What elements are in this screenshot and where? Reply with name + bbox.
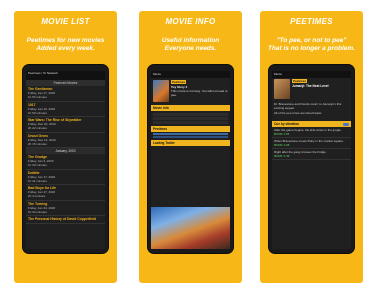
subtitle-line-1: Peetimes for new movies <box>26 37 105 44</box>
phone-frame: Movie Peetimes Toy Story 4 This movie is… <box>147 64 234 254</box>
movie-poster <box>274 79 290 99</box>
vibration-toggle[interactable] <box>343 122 349 126</box>
peetime-cue[interactable]: When Bravestone meets Ruby in the market… <box>272 138 351 149</box>
top-bar: Movie <box>272 71 351 78</box>
movie-runtime: 2h 4 minutes <box>28 194 46 198</box>
cue-time: RUNS 1:28 <box>274 143 290 147</box>
movie-list-item[interactable]: The Gentlemen Friday, Jan 17, 2020 1h 53… <box>26 86 105 102</box>
peetimes-panel: PEETIMES "To pee, or not to pee" That is… <box>260 11 363 283</box>
movie-list-item[interactable]: The Turning Friday, Jan 24, 2020 1h 34 m… <box>26 201 105 216</box>
phone-frame: Movie Peetimes Jumanji: The Next Level D… <box>268 64 355 254</box>
movie-name: The Personal History of David Copperfiel… <box>28 217 97 221</box>
movie-runtime: 1h 59 minutes <box>28 110 47 115</box>
movie-list-panel: MOVIE LIST Peetimes for new movies Added… <box>14 11 117 283</box>
subtitle-line-2: Everyone needs. <box>164 45 217 52</box>
movie-desc: Dr. Bravestone and friends return to Jum… <box>274 102 342 110</box>
phone-frame: Peetimes / IC Network Featured Movies Th… <box>22 64 109 254</box>
peetimes-tag[interactable]: Peetimes <box>292 79 308 83</box>
info-row <box>153 113 228 116</box>
movie-list-item[interactable]: Bad Boys for Life Friday, Jan 17, 2020 2… <box>26 185 105 201</box>
movie-note: This movie is not long. You will not nee… <box>171 89 228 97</box>
subtitle-line-2: Added every week. <box>36 45 95 52</box>
movie-title: Jumanji: The Next Level <box>292 84 329 88</box>
movie-list-item[interactable]: Dolittle Friday, Jan 17, 2020 1h 41 minu… <box>26 170 105 185</box>
movie-list-item[interactable]: 1917 Friday, Jan 10, 2020 1h 59 minutes <box>26 102 105 117</box>
movie-runtime: 1h 41 minutes <box>28 178 47 183</box>
section-trailer[interactable]: Lasting Trailer <box>151 140 230 146</box>
peetimes-tag[interactable]: Peetimes <box>171 80 187 84</box>
movie-summary: Peetimes Jumanji: The Next Level <box>292 79 349 88</box>
movie-summary: Peetimes Toy Story 4 This movie is not l… <box>171 80 228 97</box>
cue-time: RUNS 1:05 <box>274 132 290 136</box>
movie-list-item[interactable]: The Grudge Friday, Jan 3, 2020 1h 34 min… <box>26 154 105 170</box>
peetimes-note: All of the pee times are listed below. <box>274 111 322 115</box>
top-bar: Movie <box>151 71 230 78</box>
panel-title: MOVIE INFO <box>165 17 216 26</box>
cue-time: RUNS 1:49 <box>274 154 290 158</box>
panel-subtitle: "To pee, or not to pee" That is no longe… <box>260 37 363 53</box>
movie-poster <box>153 80 169 102</box>
peetime-cue[interactable]: Right after the gang crosses the bridge.… <box>272 149 351 160</box>
movie-runtime: 1h 53 minutes <box>28 95 47 99</box>
movie-runtime: 2h 15 minutes <box>28 141 47 146</box>
panel-subtitle: Useful information Everyone needs. <box>139 37 242 53</box>
section-peetimes[interactable]: Peetimes <box>151 126 230 132</box>
app-screen: Peetimes / IC Network Featured Movies Th… <box>26 71 105 249</box>
subtitle-line-1: Useful information <box>161 37 220 44</box>
subtitle-line-1: "To pee, or not to pee" <box>276 37 347 44</box>
movie-list-item[interactable]: The Personal History of David Copperfiel… <box>26 216 105 224</box>
top-bar: Peetimes / IC Network <box>26 71 105 80</box>
movie-runtime: 2h 22 minutes <box>28 126 47 130</box>
info-body <box>151 111 230 126</box>
app-screen: Movie Peetimes Toy Story 4 This movie is… <box>151 71 230 249</box>
panel-title: PEETIMES <box>290 17 333 26</box>
movie-list-item[interactable]: Star Wars: The Rise of Skywalker Friday,… <box>26 117 105 133</box>
runtime-bar <box>153 136 228 138</box>
subtitle-line-2: That is no longer a problem. <box>267 45 356 52</box>
movie-runtime: 1h 34 minutes <box>28 209 47 214</box>
runtime-bar <box>153 133 228 135</box>
vibration-label: Cue by vibration <box>274 122 299 126</box>
panel-title: MOVIE LIST <box>41 17 90 26</box>
app-screen: Movie Peetimes Jumanji: The Next Level D… <box>272 71 351 249</box>
peetime-cue[interactable]: After the game begins, the kids arrive i… <box>272 127 351 138</box>
panel-subtitle: Peetimes for new movies Added every week… <box>14 37 117 53</box>
info-row <box>153 117 228 120</box>
info-row <box>153 121 228 124</box>
movie-runtime: 1h 34 minutes <box>28 163 47 167</box>
movie-artwork <box>151 207 230 249</box>
movie-list-item[interactable]: Uncut Gems Friday, Dec 13, 2019 2h 15 mi… <box>26 133 105 148</box>
movie-info-panel: MOVIE INFO Useful information Everyone n… <box>139 11 242 283</box>
